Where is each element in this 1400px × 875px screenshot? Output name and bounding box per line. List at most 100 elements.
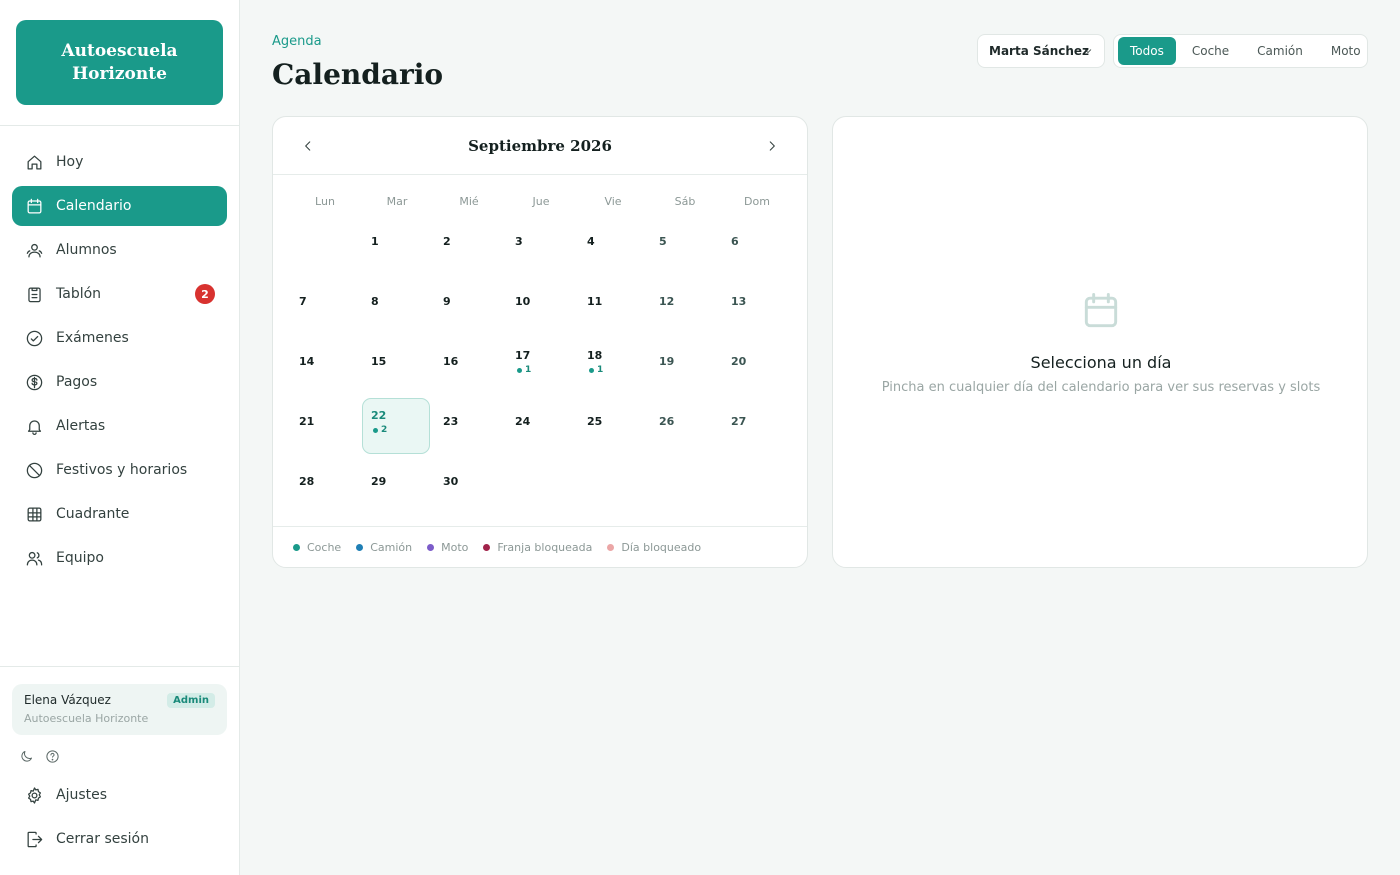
ban-icon [24, 460, 44, 480]
sidebar-item-label: Calendario [56, 198, 132, 214]
empty-day-cell [721, 457, 793, 517]
day-cell[interactable]: 16 [433, 337, 505, 397]
empty-state-title: Selecciona un día [1030, 353, 1172, 372]
sidebar-item-alumnos[interactable]: Alumnos [12, 230, 227, 270]
day-cell[interactable]: 17 1 [505, 337, 577, 397]
day-number: 24 [515, 415, 531, 428]
day-number: 15 [371, 355, 387, 368]
day-cell[interactable]: 10 [505, 277, 577, 337]
day-cell[interactable]: 27 [721, 397, 793, 457]
calendar-week: 28 29 30 [289, 457, 793, 517]
day-cell[interactable]: 4 [577, 217, 649, 277]
day-cell[interactable]: 13 [721, 277, 793, 337]
day-cell[interactable]: 28 [289, 457, 361, 517]
empty-day-cell [649, 457, 721, 517]
day-cell[interactable]: 23 [433, 397, 505, 457]
day-number: 8 [371, 295, 379, 308]
day-cell[interactable]: 3 [505, 217, 577, 277]
sidebar-item-pagos[interactable]: Pagos [12, 362, 227, 402]
day-cell[interactable]: 29 [361, 457, 433, 517]
check-circle-icon [24, 328, 44, 348]
chevron-down-icon [1082, 45, 1094, 57]
day-cell[interactable]: 25 [577, 397, 649, 457]
day-cell[interactable]: 12 [649, 277, 721, 337]
day-number: 6 [731, 235, 739, 248]
day-number: 20 [731, 355, 747, 368]
breadcrumb[interactable]: Agenda [272, 34, 322, 49]
weekday-label: Dom [744, 195, 770, 208]
day-cell[interactable]: 18 1 [577, 337, 649, 397]
weekday-header: Lun Mar Mié Jue Vie Sáb Dom [289, 195, 793, 208]
day-cell[interactable]: 19 [649, 337, 721, 397]
day-cell[interactable]: 26 [649, 397, 721, 457]
help-icon[interactable] [44, 748, 60, 764]
sidebar-bottom-nav: Ajustes Cerrar sesión [12, 775, 227, 863]
dollar-icon [24, 372, 44, 392]
day-cell[interactable]: 5 [649, 217, 721, 277]
weekday-label: Sáb [674, 195, 696, 208]
filter-coche[interactable]: Coche [1180, 37, 1241, 65]
sidebar-item-hoy[interactable]: Hoy [12, 142, 227, 182]
sidebar-item-alertas[interactable]: Alertas [12, 406, 227, 446]
legend-item: Camión [356, 541, 412, 554]
weekday-label: Vie [604, 195, 622, 208]
sidebar-item-examenes[interactable]: Exámenes [12, 318, 227, 358]
sidebar-item-cuadrante[interactable]: Cuadrante [12, 494, 227, 534]
chevron-left-icon[interactable] [299, 137, 317, 155]
day-cell[interactable]: 21 [289, 397, 361, 457]
sidebar-item-tablon[interactable]: Tablón 2 [12, 274, 227, 314]
day-cell[interactable]: 1 [361, 217, 433, 277]
calendar-week: 21 22 2 23 24 25 26 27 [289, 397, 793, 457]
utility-icons [18, 748, 60, 764]
filter-camion[interactable]: Camión [1245, 37, 1315, 65]
day-cell[interactable]: 8 [361, 277, 433, 337]
legend-dot-icon [427, 543, 435, 551]
day-cell[interactable]: 20 [721, 337, 793, 397]
day-number: 18 [587, 349, 603, 362]
day-number: 2 [443, 235, 451, 248]
coche-dot-icon [373, 427, 378, 433]
calendar-grid: 1 2 3 4 5 6 7 8 9 10 11 12 13 14 15 16 17 1 18 1 19 20 21 22 2 23… [289, 217, 793, 517]
chevron-right-icon[interactable] [763, 137, 781, 155]
day-cell-selected[interactable]: 22 2 [361, 397, 433, 457]
users-icon [24, 240, 44, 260]
user-card[interactable]: Elena Vázquez Autoescuela Horizonte Admi… [12, 684, 227, 735]
day-number: 26 [659, 415, 675, 428]
day-number: 17 [515, 349, 531, 362]
day-cell[interactable]: 30 [433, 457, 505, 517]
day-number: 10 [515, 295, 531, 308]
day-cell[interactable]: 2 [433, 217, 505, 277]
moon-icon[interactable] [18, 748, 34, 764]
day-cell[interactable]: 24 [505, 397, 577, 457]
legend-label: Moto [441, 540, 469, 554]
legend-dot-icon [483, 543, 491, 551]
sidebar-item-festivos-y-horarios[interactable]: Festivos y horarios [12, 450, 227, 490]
weekday-label: Jue [532, 195, 550, 208]
sidebar-item-label: Pagos [56, 374, 98, 390]
filter-moto[interactable]: Moto [1319, 37, 1373, 65]
day-cell[interactable]: 11 [577, 277, 649, 337]
instructor-select[interactable]: Marta Sánchez [977, 34, 1105, 68]
vehicle-filter: Todos Coche Camión Moto [1113, 34, 1368, 68]
sidebar-item-ajustes[interactable]: Ajustes [12, 775, 227, 815]
sidebar-item-label: Alumnos [56, 242, 117, 258]
sidebar-item-cerrar-sesion[interactable]: Cerrar sesión [12, 819, 227, 859]
day-cell[interactable]: 15 [361, 337, 433, 397]
sidebar-item-equipo[interactable]: Equipo [12, 538, 227, 578]
day-cell[interactable]: 9 [433, 277, 505, 337]
day-cell[interactable]: 7 [289, 277, 361, 337]
day-cell[interactable]: 14 [289, 337, 361, 397]
legend-item: Moto [427, 541, 468, 554]
calendar-week: 7 8 9 10 11 12 13 [289, 277, 793, 337]
sidebar-item-label: Cerrar sesión [56, 831, 149, 847]
brand-logo[interactable]: Autoescuela Horizonte [16, 20, 223, 105]
sidebar-item-calendario[interactable]: Calendario [12, 186, 227, 226]
filter-todos[interactable]: Todos [1118, 37, 1176, 65]
day-cell[interactable]: 6 [721, 217, 793, 277]
legend-item: Día bloqueado [607, 541, 701, 554]
day-number: 22 [371, 409, 387, 422]
sidebar: Autoescuela Horizonte Hoy Calendario Alumn… [0, 0, 240, 875]
day-number: 5 [659, 235, 667, 248]
role-badge: Admin [167, 693, 215, 708]
weekday-label: Mar [386, 195, 408, 208]
